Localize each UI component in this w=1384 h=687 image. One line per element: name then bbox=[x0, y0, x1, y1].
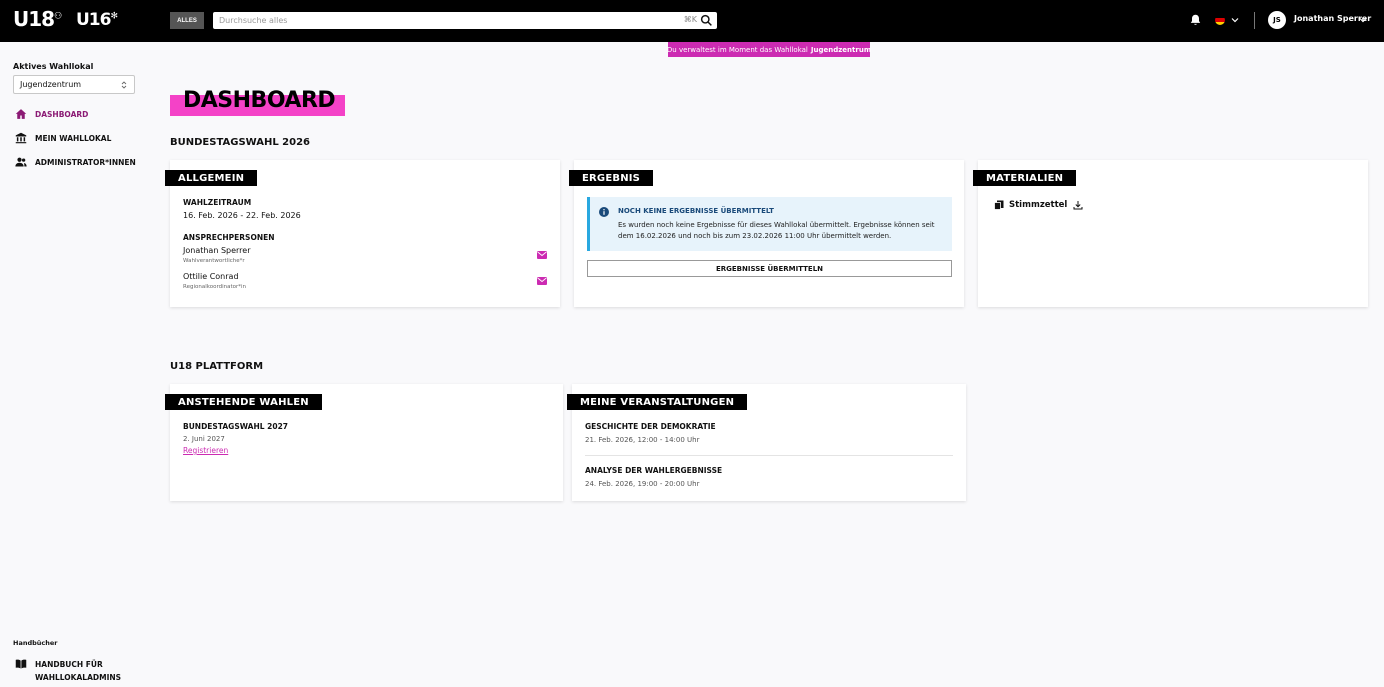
contact-role: Regionalkoordinator*in bbox=[183, 284, 247, 290]
contact-name: Jonathan Sperrer bbox=[183, 246, 251, 255]
mail-icon[interactable] bbox=[537, 251, 547, 259]
u16-logo[interactable]: U16✻ bbox=[76, 10, 118, 30]
result-card: ERGEBNIS NOCH KEINE ERGEBNISSE ÜBERMITTE… bbox=[569, 160, 964, 307]
german-flag-icon[interactable] bbox=[1215, 15, 1225, 25]
submit-results-button[interactable]: ERGEBNISSE ÜBERMITTELN bbox=[587, 260, 952, 277]
event-title[interactable]: GESCHICHTE DER DEMOKRATIE bbox=[585, 422, 716, 431]
info-title: NOCH KEINE ERGEBNISSE ÜBERMITTELT bbox=[618, 207, 774, 215]
active-location-label: Aktives Wahllokal bbox=[13, 62, 94, 71]
search-scope-button[interactable]: ALLES bbox=[170, 12, 204, 29]
event-time: 24. Feb. 2026, 19:00 - 20:00 Uhr bbox=[585, 480, 700, 488]
material-item[interactable]: Stimmzettel bbox=[994, 200, 1083, 210]
card-tag-upcoming: ANSTEHENDE WAHLEN bbox=[165, 394, 322, 410]
mail-icon[interactable] bbox=[537, 277, 547, 285]
search-icon[interactable] bbox=[700, 14, 713, 27]
contact-role: Wahlverantwortliche*r bbox=[183, 258, 245, 264]
card-tag-materials: MATERIALIEN bbox=[973, 170, 1077, 186]
upcoming-elections-card: ANSTEHENDE WAHLEN BUNDESTAGSWAHL 2027 2.… bbox=[165, 384, 563, 501]
card-tag-result: ERGEBNIS bbox=[569, 170, 654, 186]
u18-logo[interactable]: U18⚇ bbox=[13, 7, 62, 31]
materials-card: MATERIALIEN Stimmzettel bbox=[973, 160, 1368, 307]
upcoming-election-date: 2. Juni 2027 bbox=[183, 435, 225, 443]
contacts-label: ANSPRECHPERSONEN bbox=[183, 233, 275, 242]
handbook-link[interactable]: HANDBUCH FÜR WAHLLOKALADMINS bbox=[15, 658, 135, 684]
documents-icon bbox=[994, 200, 1004, 210]
period-label: WAHLZEITRAUM bbox=[183, 198, 252, 207]
my-events-card: MEINE VERANSTALTUNGEN GESCHICHTE DER DEM… bbox=[567, 384, 966, 501]
search-bar: ⌘K bbox=[213, 12, 717, 29]
card-tag-general: ALLGEMEIN bbox=[165, 170, 258, 186]
card-tag-events: MEINE VERANSTALTUNGEN bbox=[567, 394, 748, 410]
event-title[interactable]: ANALYSE DER WAHLERGEBNISSE bbox=[585, 466, 722, 475]
search-shortcut: ⌘K bbox=[683, 15, 697, 24]
event-divider bbox=[585, 455, 953, 456]
download-icon[interactable] bbox=[1073, 200, 1083, 210]
event-time: 21. Feb. 2026, 12:00 - 14:00 Uhr bbox=[585, 436, 700, 444]
handbooks-heading: Handbücher bbox=[13, 639, 58, 647]
top-bar: U18⚇ U16✻ ALLES ⌘K JS Jonathan Sperrer bbox=[0, 0, 1384, 42]
contact-name: Ottilie Conrad bbox=[183, 272, 239, 281]
page-title: DASHBOARD bbox=[183, 88, 336, 113]
bell-icon[interactable] bbox=[1189, 13, 1202, 27]
active-location-banner: Du verwaltest im Moment das Wahllokal Jug… bbox=[667, 42, 871, 57]
users-icon bbox=[15, 157, 27, 167]
platform-section-title: U18 PLATTFORM bbox=[170, 361, 264, 372]
search-input[interactable] bbox=[219, 12, 679, 29]
building-icon bbox=[15, 132, 27, 144]
chevron-down-icon[interactable] bbox=[1358, 15, 1368, 25]
upcoming-election-title: BUNDESTAGSWAHL 2027 bbox=[183, 422, 289, 431]
location-select[interactable]: Jugendzentrum bbox=[13, 75, 135, 94]
register-link[interactable]: Registrieren bbox=[183, 446, 228, 455]
avatar[interactable]: JS bbox=[1268, 11, 1286, 29]
chevron-down-icon[interactable] bbox=[1230, 15, 1240, 25]
sidebar-item-administrators[interactable]: ADMINISTRATOR*INNEN bbox=[15, 155, 136, 169]
info-text: Es wurden noch keine Ergebnisse für dies… bbox=[618, 221, 935, 240]
header-divider bbox=[1254, 12, 1255, 29]
election-section-title: BUNDESTAGSWAHL 2026 bbox=[170, 137, 311, 148]
sidebar-item-dashboard[interactable]: DASHBOARD bbox=[15, 107, 88, 121]
sidebar-item-wahllokal[interactable]: MEIN WAHLLOKAL bbox=[15, 131, 111, 145]
general-card: ALLGEMEIN WAHLZEITRAUM 16. Feb. 2026 - 2… bbox=[165, 160, 560, 307]
book-icon bbox=[15, 659, 27, 669]
chevron-updown-icon bbox=[121, 81, 127, 89]
period-value: 16. Feb. 2026 - 22. Feb. 2026 bbox=[183, 211, 301, 220]
info-alert: NOCH KEINE ERGEBNISSE ÜBERMITTELT Es wur… bbox=[587, 197, 952, 251]
home-icon bbox=[15, 109, 27, 119]
info-icon bbox=[599, 207, 609, 217]
